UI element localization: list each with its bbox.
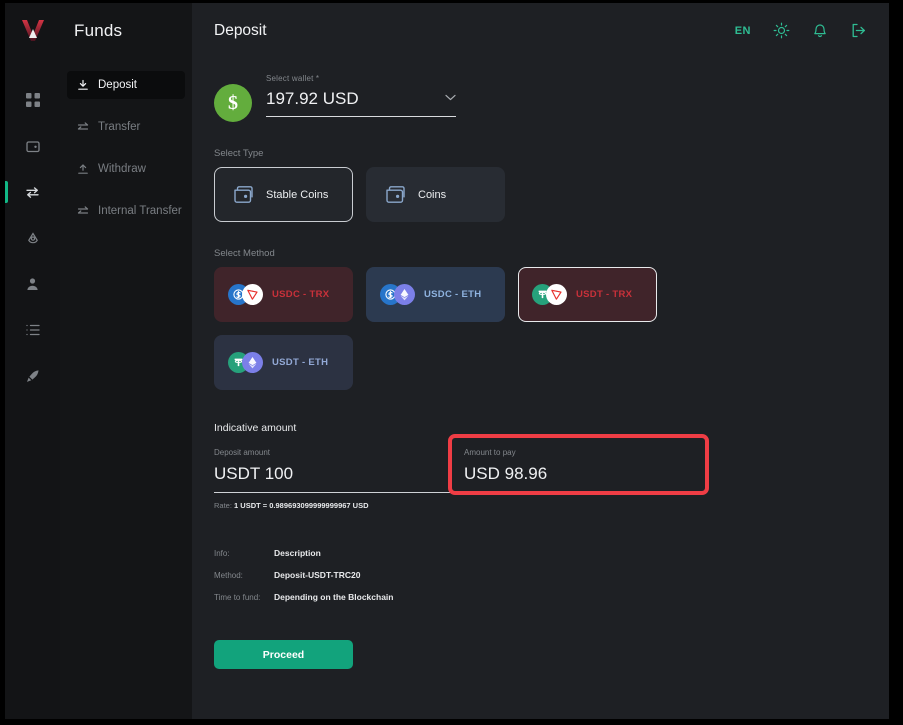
dollar-badge-icon: $ xyxy=(214,84,252,122)
select-wallet-field[interactable]: Select wallet * 197.92 USD xyxy=(266,72,456,117)
icon-rail xyxy=(5,3,60,719)
main-area: Deposit EN $ Select wallet * 197.92 USD … xyxy=(192,3,889,719)
indicative-amount-section: Indicative amount Deposit amount USDT 10… xyxy=(214,422,867,510)
list-icon xyxy=(25,324,40,336)
eth-coin-icon xyxy=(242,352,263,373)
type-card-label: Stable Coins xyxy=(266,188,329,201)
v-logo[interactable] xyxy=(16,13,50,47)
type-card-label: Coins xyxy=(418,188,447,201)
deposit-form: $ Select wallet * 197.92 USD Select Type xyxy=(192,58,889,719)
top-bar: Deposit EN xyxy=(192,3,889,58)
page-title: Deposit xyxy=(214,21,267,39)
transfer-icon xyxy=(76,121,89,134)
rail-item-tools[interactable] xyxy=(5,353,60,399)
select-wallet-value: 197.92 USD xyxy=(266,89,359,108)
sun-icon[interactable] xyxy=(773,22,790,39)
funds-sidebar: Funds Deposit Transfer Withdraw Internal… xyxy=(60,3,192,719)
download-icon xyxy=(76,79,89,92)
bell-icon[interactable] xyxy=(812,22,828,39)
rail-item-account[interactable] xyxy=(5,261,60,307)
field-underline xyxy=(464,492,704,493)
bell-alt-icon xyxy=(26,231,40,245)
method-card-usdt-eth[interactable]: USDT - ETH xyxy=(214,335,353,390)
app-window: Funds Deposit Transfer Withdraw Internal… xyxy=(5,3,889,719)
rail-item-dashboard[interactable] xyxy=(5,77,60,123)
select-type-label: Select Type xyxy=(214,148,264,159)
person-icon xyxy=(26,277,39,291)
method-card-usdc-trx[interactable]: USDC - TRX xyxy=(214,267,353,322)
method-card-label: USDC - TRX xyxy=(272,289,330,300)
sidebar-title: Funds xyxy=(74,21,123,40)
coin-pair-usdt-eth xyxy=(228,352,263,373)
grid-icon xyxy=(25,93,40,107)
coin-pair-usdc-eth xyxy=(380,284,415,305)
sidebar-item-transfer[interactable]: Transfer xyxy=(67,113,185,141)
wallet-selector-row: $ Select wallet * 197.92 USD xyxy=(214,72,867,122)
sidebar-nav: Deposit Transfer Withdraw Internal Trans… xyxy=(60,71,192,225)
sidebar-item-label: Internal Transfer xyxy=(98,205,182,217)
rail-item-funds[interactable] xyxy=(5,169,60,215)
sidebar-item-label: Withdraw xyxy=(98,163,146,175)
rate-value: 1 USDT = 0.989693099999999967 USD xyxy=(234,501,369,510)
info-row: Info: Description xyxy=(214,548,867,558)
deposit-amount-value: USDT 100 xyxy=(214,464,294,483)
amount-to-pay-label: Amount to pay xyxy=(464,448,516,457)
sidebar-item-internal-transfer[interactable]: Internal Transfer xyxy=(67,197,185,225)
info-value: Deposit-USDT-TRC20 xyxy=(274,570,361,580)
chevron-down-icon[interactable] xyxy=(445,88,456,106)
sidebar-item-label: Deposit xyxy=(98,79,137,91)
rate-prefix: Rate: xyxy=(214,501,232,510)
wallet-card-icon xyxy=(385,185,406,204)
info-value: Description xyxy=(274,548,321,558)
field-underline xyxy=(214,492,454,493)
top-bar-actions: EN xyxy=(735,22,867,39)
rocket-icon xyxy=(26,369,40,383)
trx-coin-icon xyxy=(242,284,263,305)
exchange-icon xyxy=(25,186,40,199)
method-card-label: USDC - ETH xyxy=(424,289,482,300)
transfer-icon xyxy=(76,205,89,218)
deposit-amount-field[interactable]: Deposit amount USDT 100 Rate: 1 USDT = 0… xyxy=(214,448,454,510)
select-method-label: Select Method xyxy=(214,248,275,259)
coin-pair-usdt-trx xyxy=(532,284,567,305)
eth-coin-icon xyxy=(394,284,415,305)
amount-to-pay-value: USD 98.96 xyxy=(464,464,548,483)
indicative-amount-title: Indicative amount xyxy=(214,422,297,434)
info-table: Info: Description Method: Deposit-USDT-T… xyxy=(214,548,867,602)
info-row: Method: Deposit-USDT-TRC20 xyxy=(214,570,867,580)
upload-icon xyxy=(76,163,89,176)
select-method-section: Select Method USDC - TRX USDC - ETH USDT… xyxy=(214,248,867,390)
method-card-usdt-trx[interactable]: USDT - TRX xyxy=(518,267,657,322)
wallet-card-icon xyxy=(233,185,254,204)
method-card-label: USDT - TRX xyxy=(576,289,633,300)
v-logo-icon xyxy=(21,20,44,41)
select-type-section: Select Type Stable Coins Coins xyxy=(214,148,867,222)
logout-icon[interactable] xyxy=(850,22,867,39)
coin-pair-usdc-trx xyxy=(228,284,263,305)
rail-item-wallet[interactable] xyxy=(5,123,60,169)
type-card-coins[interactable]: Coins xyxy=(366,167,505,222)
wallet-icon xyxy=(25,140,40,153)
info-key: Time to fund: xyxy=(214,593,261,602)
language-button[interactable]: EN xyxy=(735,25,751,37)
info-key: Info: xyxy=(214,549,230,558)
deposit-amount-label: Deposit amount xyxy=(214,448,271,457)
proceed-button[interactable]: Proceed xyxy=(214,640,353,669)
method-card-label: USDT - ETH xyxy=(272,357,329,368)
info-row: Time to fund: Depending on the Blockchai… xyxy=(214,592,867,602)
trx-coin-icon xyxy=(546,284,567,305)
rate-line: Rate: 1 USDT = 0.989693099999999967 USD xyxy=(214,501,454,510)
amount-to-pay-field[interactable]: Amount to pay USD 98.96 xyxy=(448,434,709,510)
rail-item-alerts[interactable] xyxy=(5,215,60,261)
method-card-usdc-eth[interactable]: USDC - ETH xyxy=(366,267,505,322)
type-card-stable-coins[interactable]: Stable Coins xyxy=(214,167,353,222)
select-wallet-label: Select wallet * xyxy=(266,74,320,83)
sidebar-item-label: Transfer xyxy=(98,121,141,133)
sidebar-item-withdraw[interactable]: Withdraw xyxy=(67,155,185,183)
field-underline xyxy=(266,116,456,117)
rail-item-history[interactable] xyxy=(5,307,60,353)
info-value: Depending on the Blockchain xyxy=(274,592,394,602)
sidebar-item-deposit[interactable]: Deposit xyxy=(67,71,185,99)
info-key: Method: xyxy=(214,571,243,580)
